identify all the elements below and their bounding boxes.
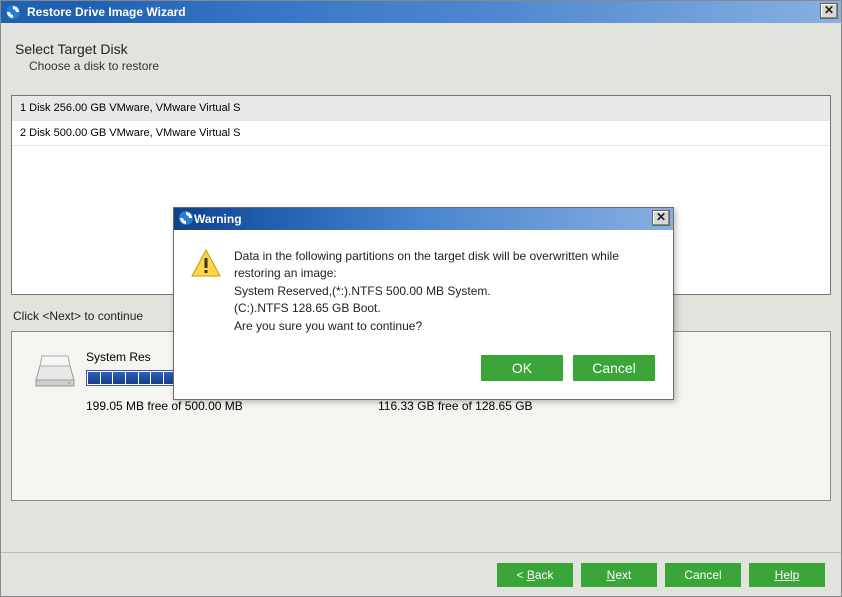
warning-icon — [190, 248, 222, 280]
help-button[interactable]: Help — [749, 563, 825, 587]
dialog-close-button[interactable]: ✕ — [652, 210, 670, 226]
dialog-ok-button[interactable]: OK — [481, 355, 563, 381]
back-button[interactable]: < Back — [497, 563, 573, 587]
app-icon — [5, 4, 21, 20]
partition-free-text: 199.05 MB free of 500.00 MB — [86, 399, 243, 413]
dialog-titlebar: Warning ✕ — [174, 208, 673, 230]
window-title: Restore Drive Image Wizard — [27, 5, 186, 19]
partition-free-text: 116.33 GB free of 128.65 GB — [378, 399, 533, 413]
page-subtitle: Choose a disk to restore — [29, 59, 831, 73]
dialog-title: Warning — [194, 212, 242, 226]
disk-row[interactable]: 2 Disk 500.00 GB VMware, VMware Virtual … — [12, 121, 830, 146]
drive-icon — [34, 350, 76, 395]
warning-dialog: Warning ✕ Data in the following partitio… — [173, 207, 674, 400]
cancel-button[interactable]: Cancel — [665, 563, 741, 587]
dialog-message: Data in the following partitions on the … — [234, 248, 655, 335]
titlebar: Restore Drive Image Wizard ✕ — [1, 1, 841, 23]
next-button[interactable]: Next — [581, 563, 657, 587]
wizard-footer: < Back Next Cancel Help — [1, 552, 841, 596]
window-close-button[interactable]: ✕ — [820, 3, 838, 19]
disk-row[interactable]: 1 Disk 256.00 GB VMware, VMware Virtual … — [12, 96, 830, 121]
dialog-cancel-button[interactable]: Cancel — [573, 355, 655, 381]
page-title: Select Target Disk — [15, 41, 831, 57]
app-icon — [178, 210, 194, 229]
